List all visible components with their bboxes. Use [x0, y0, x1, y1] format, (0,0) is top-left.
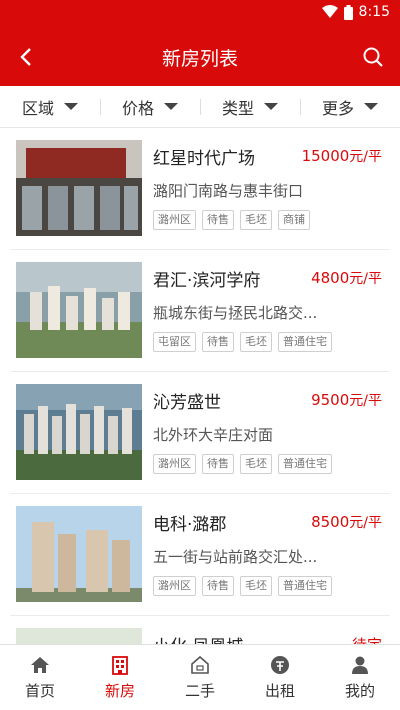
listing-item[interactable]: 小化·凤凰城 待定 [10, 616, 390, 644]
rent-icon [271, 656, 289, 674]
filter-type[interactable]: 类型 [200, 86, 300, 127]
status-bar: 8:15 [0, 0, 400, 24]
listing-tags: 屯留区 待售 毛坯 普通住宅 [153, 332, 332, 352]
listing-address: 潞阳门南路与惠丰街口 [153, 182, 304, 200]
tag-district: 潞州区 [153, 210, 196, 230]
dropdown-triangle-icon [64, 103, 78, 110]
listing-price: 待定 [352, 634, 382, 644]
tag-district: 潞州区 [153, 576, 196, 596]
listing-item[interactable]: 沁芳盛世 9500元/平 北外环大辛庄对面 潞州区 待售 毛坯 普通住宅 [10, 372, 390, 494]
filter-area[interactable]: 区域 [0, 86, 100, 127]
filter-label: 价格 [121, 98, 154, 118]
tag-type: 普通住宅 [278, 332, 332, 352]
tab-label: 我的 [344, 682, 375, 700]
listing-name: 沁芳盛世 [153, 393, 221, 413]
tab-label: 二手 [184, 682, 215, 700]
listing-tags: 潞州区 待售 毛坯 商铺 [153, 210, 310, 230]
tag-status: 待售 [202, 210, 234, 230]
tag-finish: 毛坯 [240, 210, 272, 230]
listing-item[interactable]: 君汇·滨河学府 4800元/平 瓶城东街与拯民北路交... 屯留区 待售 毛坯 … [10, 250, 390, 372]
listing-list: 红星时代广场 15000元/平 潞阳门南路与惠丰街口 潞州区 待售 毛坯 商铺 [0, 128, 400, 644]
page-title: 新房列表 [161, 48, 238, 70]
listing-tags: 潞州区 待售 毛坯 普通住宅 [153, 454, 332, 474]
listing-item[interactable]: 红星时代广场 15000元/平 潞阳门南路与惠丰街口 潞州区 待售 毛坯 商铺 [10, 128, 390, 250]
filter-label: 类型 [221, 98, 254, 118]
tag-status: 待售 [202, 454, 234, 474]
dropdown-triangle-icon [264, 103, 278, 110]
listing-item[interactable]: 电科·潞郡 8500元/平 五一街与站前路交汇处... 潞州区 待售 毛坯 普通… [10, 494, 390, 616]
home-icon [31, 657, 49, 673]
filter-price[interactable]: 价格 [100, 86, 200, 127]
dropdown-triangle-icon [364, 103, 378, 110]
listing-photo [16, 628, 142, 644]
tag-status: 待售 [202, 332, 234, 352]
listing-photo [16, 384, 142, 480]
dropdown-triangle-icon [164, 103, 178, 110]
listing-photo [16, 262, 142, 358]
listing-price: 9500元/平 [311, 391, 382, 409]
status-time: 8:15 [358, 4, 390, 20]
tab-second-hand[interactable]: 二手 [160, 645, 240, 710]
listing-address: 五一街与站前路交汇处... [153, 548, 318, 566]
tag-district: 屯留区 [153, 332, 196, 352]
bottom-tab-bar: 首页 新房 二手 出租 我的 [0, 644, 400, 710]
filter-label: 区域 [21, 98, 54, 118]
listing-address: 瓶城东街与拯民北路交... [153, 304, 318, 322]
tab-label: 出租 [264, 682, 295, 700]
listing-name: 君汇·滨河学府 [153, 271, 261, 291]
tag-finish: 毛坯 [240, 332, 272, 352]
tag-type: 普通住宅 [278, 576, 332, 596]
battery-icon [343, 4, 353, 20]
listing-photo [16, 140, 142, 236]
house-icon [191, 655, 209, 674]
tag-type: 普通住宅 [278, 454, 332, 474]
listing-price: 15000元/平 [301, 147, 382, 165]
building-icon [112, 656, 128, 675]
tag-finish: 毛坯 [240, 576, 272, 596]
listing-price: 4800元/平 [311, 269, 382, 287]
filter-bar: 区域 价格 类型 更多 [0, 86, 400, 128]
tab-label: 新房 [104, 682, 135, 700]
listing-name: 电科·潞郡 [153, 515, 227, 535]
listing-tags: 潞州区 待售 毛坯 普通住宅 [153, 576, 332, 596]
app-bar: 新房列表 [0, 24, 400, 86]
search-icon[interactable] [362, 46, 384, 68]
tag-type: 商铺 [278, 210, 310, 230]
tab-mine[interactable]: 我的 [320, 645, 400, 710]
tag-finish: 毛坯 [240, 454, 272, 474]
tab-home[interactable]: 首页 [0, 645, 80, 710]
tab-label: 首页 [24, 682, 55, 700]
tag-status: 待售 [202, 576, 234, 596]
tab-new-house[interactable]: 新房 [80, 645, 160, 710]
listing-address: 北外环大辛庄对面 [153, 426, 274, 444]
listing-price: 8500元/平 [311, 513, 382, 531]
listing-photo [16, 506, 142, 602]
filter-more[interactable]: 更多 [300, 86, 400, 127]
filter-label: 更多 [321, 98, 354, 118]
listing-name: 小化·凤凰城 [153, 632, 243, 644]
user-icon [352, 656, 368, 674]
wifi-icon [321, 5, 338, 18]
tag-district: 潞州区 [153, 454, 196, 474]
listing-name: 红星时代广场 [153, 149, 255, 169]
tab-rent[interactable]: 出租 [240, 645, 320, 710]
